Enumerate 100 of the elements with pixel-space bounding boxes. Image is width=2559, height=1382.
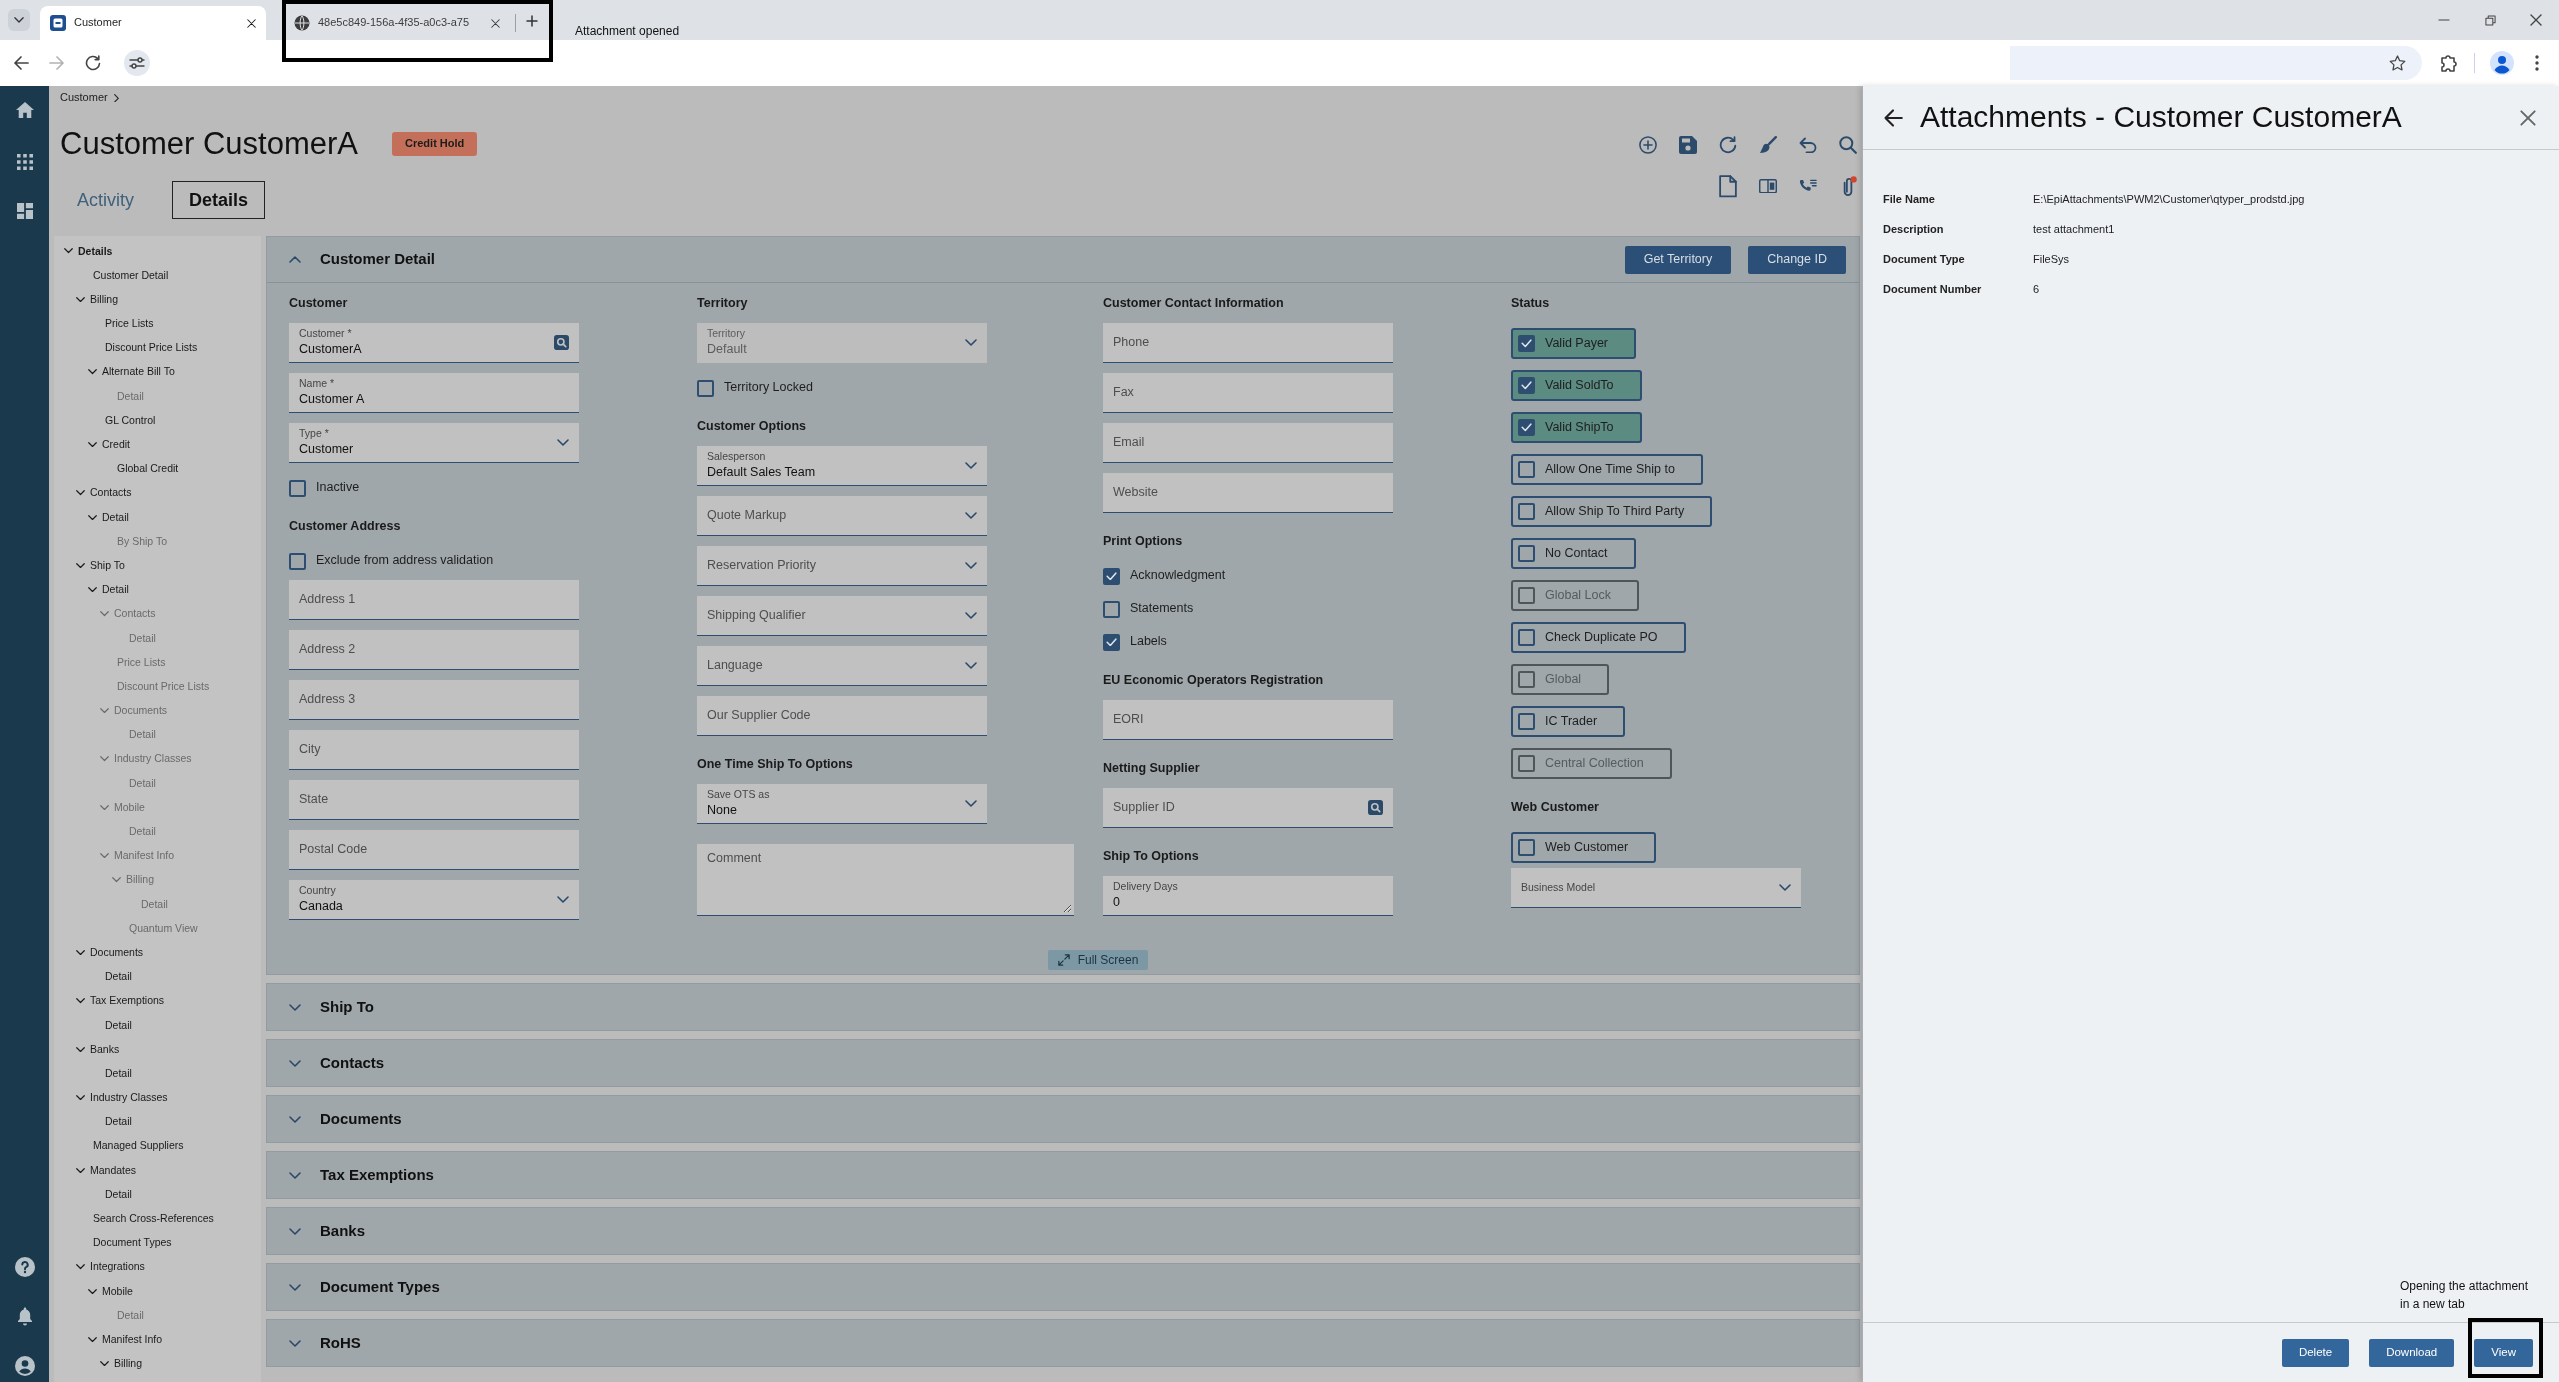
browser-tab[interactable]: 48e5c849-156a-4f35-a0c3-a75	[284, 6, 510, 40]
status-toggle[interactable]: Web Customer	[1511, 832, 1657, 863]
section-title[interactable]: Tax Exemptions	[320, 1165, 434, 1185]
dropdown-field[interactable]: Language	[697, 646, 987, 686]
section-title[interactable]: Contacts	[320, 1053, 385, 1073]
chevron-down-icon[interactable]	[76, 296, 85, 303]
checkbox[interactable]	[697, 379, 714, 397]
chevron-down-icon[interactable]	[76, 562, 85, 569]
tree-item[interactable]: Banks	[54, 1037, 261, 1062]
status-toggle[interactable]: Valid Payer	[1511, 328, 1636, 359]
chevron-down-icon[interactable]	[76, 949, 85, 956]
bell-icon[interactable]	[16, 1307, 33, 1326]
restore-icon[interactable]	[2484, 14, 2496, 26]
tree-item[interactable]: GL Control	[54, 408, 261, 433]
tree-item[interactable]: Tax Exemptions	[54, 988, 261, 1013]
document-icon[interactable]	[1719, 175, 1737, 198]
tree-item[interactable]: Contacts	[54, 480, 261, 506]
status-toggle[interactable]: Valid ShipTo	[1511, 412, 1642, 443]
tab-list-button[interactable]	[8, 9, 30, 31]
text-field[interactable]: Website	[1103, 473, 1393, 513]
home-icon[interactable]	[15, 102, 34, 119]
site-settings-icon[interactable]	[124, 50, 150, 76]
action-button[interactable]: View	[2474, 1338, 2533, 1367]
back-arrow-icon[interactable]	[1883, 107, 1903, 128]
status-toggle[interactable]: Valid SoldTo	[1511, 370, 1642, 401]
tree-item[interactable]: Documents	[54, 940, 261, 965]
text-field[interactable]: Postal Code	[289, 830, 579, 870]
chevron-down-icon[interactable]	[64, 248, 73, 254]
undo-icon[interactable]	[1799, 137, 1817, 153]
checkbox[interactable]	[289, 552, 306, 570]
section-title[interactable]: Ship To	[320, 997, 374, 1017]
action-button[interactable]: Change ID	[1748, 245, 1846, 274]
reload-icon[interactable]	[85, 55, 101, 71]
card-icon[interactable]	[1759, 179, 1777, 194]
checkbox[interactable]	[1518, 461, 1535, 478]
tree-item[interactable]: Document Types	[54, 1230, 261, 1255]
save-icon[interactable]	[1679, 136, 1697, 154]
checkbox[interactable]	[1103, 567, 1120, 585]
tree-item[interactable]: Credit	[54, 432, 261, 457]
text-field[interactable]: State	[289, 780, 579, 820]
back-arrow-icon[interactable]	[13, 55, 29, 71]
browser-tab[interactable]: Customer	[40, 6, 266, 40]
chevron-down-icon[interactable]	[88, 369, 97, 375]
full-screen-button[interactable]: Full Screen	[1047, 950, 1149, 970]
action-button[interactable]: Get Territory	[1624, 245, 1732, 274]
breadcrumb-link[interactable]: Customer	[60, 91, 108, 105]
brush-icon[interactable]	[1759, 136, 1777, 154]
text-field[interactable]: Delivery Days 0	[1103, 876, 1393, 916]
text-field[interactable]: Address 2	[289, 630, 579, 670]
text-field[interactable]: Address 3	[289, 680, 579, 720]
checkbox[interactable]	[1518, 419, 1535, 436]
checkbox[interactable]	[1518, 503, 1535, 520]
chevron-down-icon[interactable]	[100, 1361, 109, 1367]
tree-item[interactable]: Billing	[54, 1351, 261, 1376]
dropdown-field[interactable]: Shipping Qualifier	[697, 596, 987, 636]
chevron-down-icon[interactable]	[76, 1264, 85, 1270]
tree-item[interactable]: Billing	[54, 287, 261, 312]
tree-item[interactable]: Ship To	[54, 553, 261, 578]
lookup-field[interactable]: Customer * CustomerA	[289, 323, 579, 363]
checkbox[interactable]	[1518, 545, 1535, 562]
checkbox[interactable]	[1103, 633, 1120, 651]
text-field[interactable]: Email	[1103, 423, 1393, 463]
user-icon[interactable]	[14, 1356, 35, 1376]
search-icon[interactable]	[1839, 136, 1857, 154]
checkbox[interactable]	[1518, 629, 1535, 646]
chevron-down-icon[interactable]	[88, 1288, 97, 1294]
checkbox[interactable]	[1518, 335, 1535, 352]
tree-item[interactable]: Detail	[54, 1182, 261, 1207]
checkbox[interactable]	[1518, 377, 1535, 394]
tree-item[interactable]: Detail	[54, 1061, 261, 1086]
tree-item[interactable]: Mandates	[54, 1158, 261, 1183]
tree-item[interactable]: Detail	[54, 1013, 261, 1038]
chevron-up-icon[interactable]	[289, 256, 301, 263]
close-icon[interactable]	[491, 18, 500, 28]
section-title[interactable]: Customer Detail	[320, 250, 436, 269]
view-tab[interactable]: Activity	[60, 181, 151, 219]
dropdown-field[interactable]: Save OTS as None	[697, 784, 987, 824]
text-field[interactable]: Our Supplier Code	[697, 696, 987, 736]
status-toggle[interactable]: IC Trader	[1511, 706, 1626, 737]
extensions-icon[interactable]	[2440, 54, 2458, 72]
checkbox[interactable]	[1103, 600, 1120, 618]
tree-item[interactable]: Manifest Info	[54, 1327, 261, 1352]
text-field[interactable]: Name * Customer A	[289, 373, 579, 413]
lookup-field[interactable]: Supplier ID	[1103, 788, 1393, 828]
search-icon[interactable]	[1368, 800, 1383, 815]
section-title[interactable]: RoHS	[320, 1333, 361, 1353]
tree-item[interactable]: Detail	[54, 577, 261, 602]
search-icon[interactable]	[554, 335, 569, 350]
section-title[interactable]: Documents	[320, 1109, 402, 1129]
checkbox[interactable]	[1518, 839, 1535, 856]
action-button[interactable]: Delete	[2281, 1338, 2350, 1367]
menu-icon[interactable]	[2535, 55, 2539, 71]
status-toggle[interactable]: No Contact	[1511, 538, 1636, 569]
dropdown-field[interactable]: Type * Customer	[289, 423, 579, 463]
chevron-down-icon[interactable]	[88, 514, 97, 520]
dropdown-field[interactable]: Country Canada	[289, 880, 579, 920]
tree-item[interactable]: Search Cross-References	[54, 1206, 261, 1231]
dropdown-field[interactable]: Reservation Priority	[697, 546, 987, 586]
section-title[interactable]: Document Types	[320, 1277, 440, 1297]
dropdown-field[interactable]: Business Model	[1511, 868, 1801, 908]
